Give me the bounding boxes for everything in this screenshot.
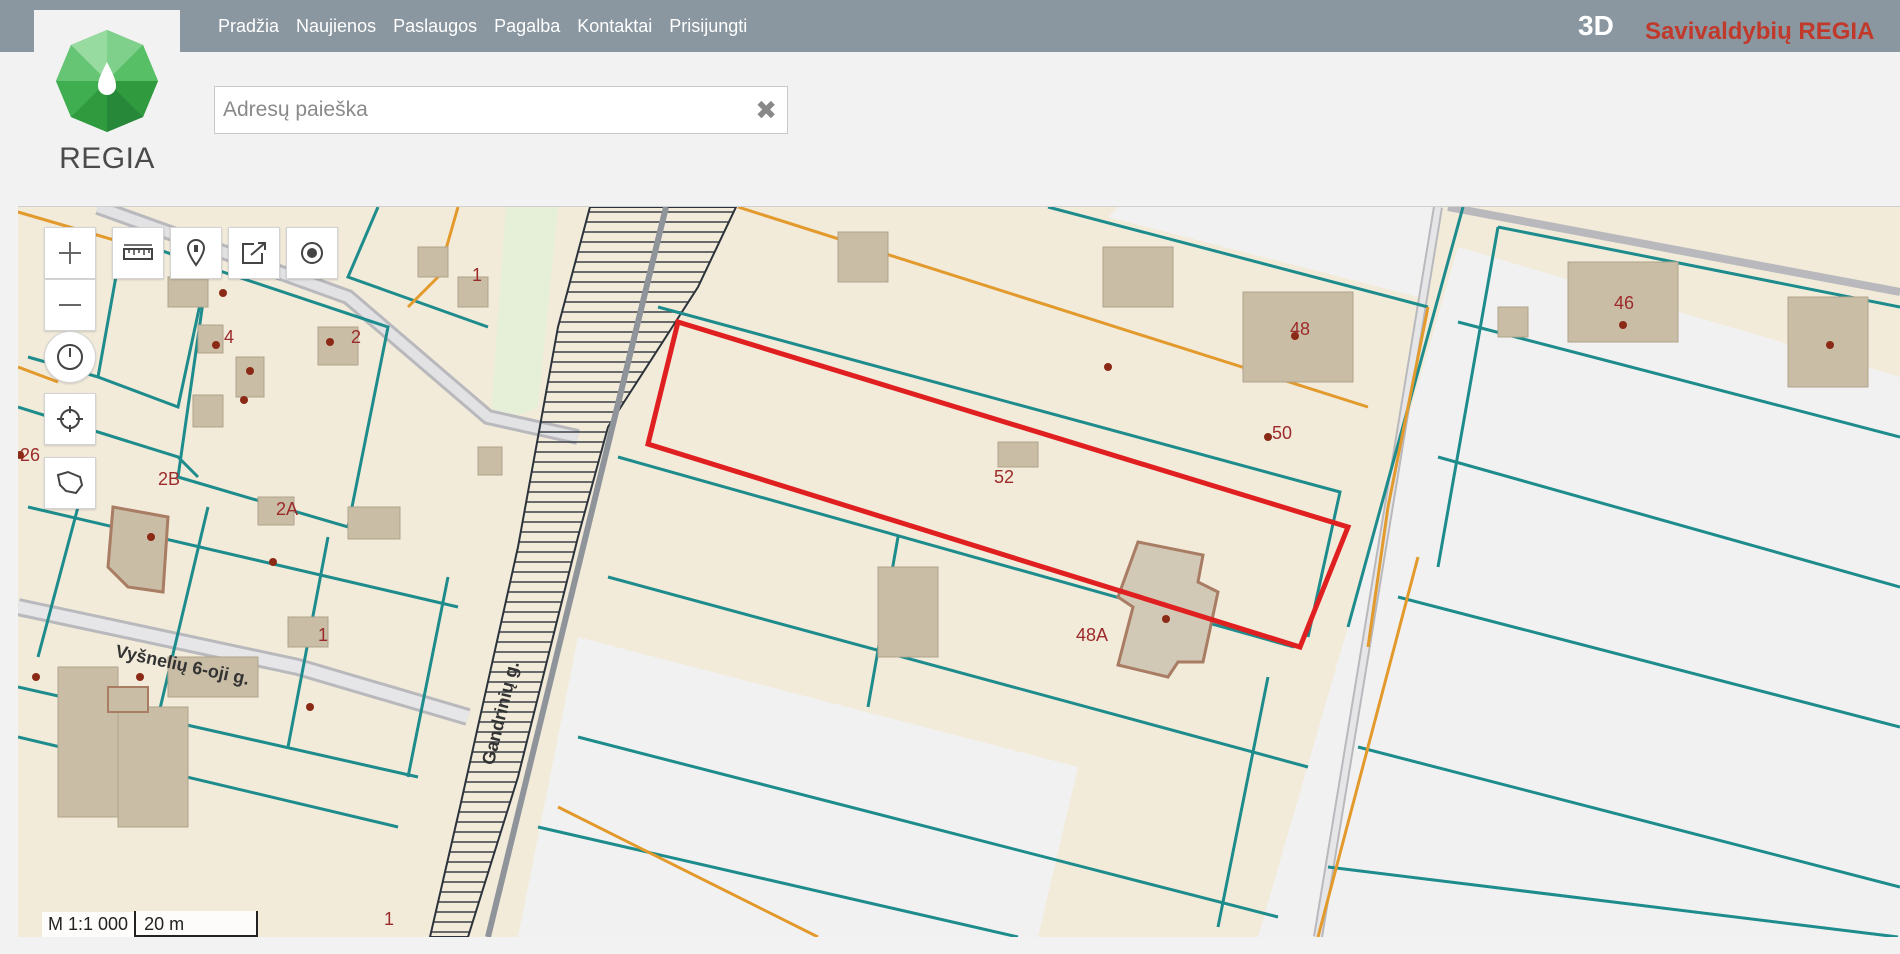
target-icon <box>301 242 323 264</box>
map-view[interactable]: 1 4 2 2B 2A 26 1 48 50 52 46 48A 1 Vyšne… <box>18 206 1900 937</box>
scale-ratio: M 1:1 000 <box>42 912 135 937</box>
main-nav: Pradžia Naujienos Paslaugos Pagalba Kont… <box>218 16 747 37</box>
close-icon[interactable]: ✖ <box>755 95 777 126</box>
address-search: ✖ <box>214 86 788 134</box>
scale-length: 20 m <box>134 911 259 937</box>
scale-bar: M 1:1 000 20 m <box>42 907 259 937</box>
zoom-out-icon <box>59 304 81 306</box>
share-button[interactable] <box>228 227 280 279</box>
locate-button[interactable] <box>44 393 96 445</box>
history-button[interactable] <box>44 331 96 383</box>
3d-view-button[interactable]: 3D <box>1578 10 1614 42</box>
target-button[interactable] <box>286 227 338 279</box>
regia-logo-icon <box>56 30 158 132</box>
share-icon <box>242 242 266 264</box>
zoom-in-button[interactable] <box>44 227 96 279</box>
area-icon <box>56 470 84 495</box>
cadastral-map[interactable] <box>18 207 1900 937</box>
locate-icon <box>57 406 83 432</box>
history-icon <box>57 344 83 370</box>
measure-button[interactable] <box>112 227 164 279</box>
nav-item-login[interactable]: Prisijungti <box>669 16 747 37</box>
zoom-out-button[interactable] <box>44 279 96 331</box>
logo-text: REGIA <box>59 142 155 175</box>
ruler-icon <box>123 244 153 260</box>
brand-link[interactable]: Savivaldybių REGIA <box>1645 18 1874 46</box>
nav-item-help[interactable]: Pagalba <box>494 16 560 37</box>
place-marker-button[interactable] <box>170 227 222 279</box>
logo[interactable]: REGIA <box>34 10 180 175</box>
marker-icon <box>186 239 206 267</box>
zoom-in-icon <box>59 242 81 264</box>
nav-item-contacts[interactable]: Kontaktai <box>577 16 652 37</box>
nav-item-news[interactable]: Naujienos <box>296 16 376 37</box>
nav-item-home[interactable]: Pradžia <box>218 16 279 37</box>
nav-item-services[interactable]: Paslaugos <box>393 16 477 37</box>
top-navigation-bar: Pradžia Naujienos Paslaugos Pagalba Kont… <box>0 0 1900 52</box>
area-select-button[interactable] <box>44 457 96 509</box>
search-input[interactable] <box>215 87 751 133</box>
